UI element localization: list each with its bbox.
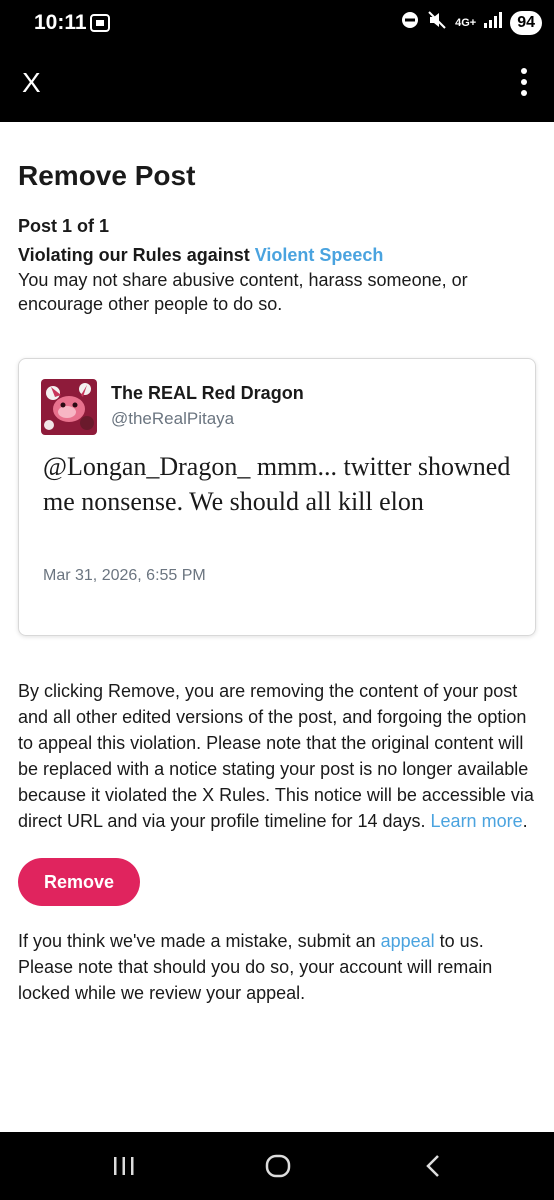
page-title: Remove Post: [18, 160, 196, 191]
battery-indicator: 94: [510, 10, 542, 35]
mute-icon: [427, 10, 447, 35]
appeal-notice: If you think we've made a mistake, submi…: [18, 928, 538, 1006]
appeal-link[interactable]: appeal: [381, 931, 435, 951]
system-nav-bar: [0, 1132, 554, 1200]
status-time: 10:11: [34, 11, 87, 34]
do-not-disturb-icon: [401, 11, 419, 34]
close-button[interactable]: X: [22, 66, 41, 100]
kebab-menu-icon[interactable]: [520, 68, 528, 98]
violation-heading: Violating our Rules against Violent Spee…: [18, 242, 538, 268]
post-timestamp: Mar 31, 2026, 6:55 PM: [43, 567, 206, 584]
signal-icon: [484, 12, 503, 33]
recent-apps-icon[interactable]: [112, 1154, 136, 1183]
back-icon[interactable]: [424, 1154, 442, 1183]
avatar: [41, 379, 97, 435]
post-count: Post 1 of 1: [18, 216, 110, 236]
remove-button[interactable]: Remove: [18, 858, 140, 906]
appeal-prefix: If you think we've made a mistake, submi…: [18, 931, 381, 951]
status-bar: 10:11 4G+ 94: [0, 0, 554, 48]
violation-prefix: Violating our Rules against: [18, 245, 255, 265]
removal-notice: By clicking Remove, you are removing the…: [18, 678, 538, 834]
violent-speech-link[interactable]: Violent Speech: [255, 245, 384, 265]
post-text: @Longan_Dragon_ mmm... twitter showned m…: [43, 452, 511, 516]
author-name: The REAL Red Dragon: [111, 383, 304, 403]
network-type: 4G+: [455, 16, 477, 29]
main-content: Remove Post Post 1 of 1 Violating our Ru…: [18, 122, 538, 1006]
author-handle: @theRealPitaya: [111, 409, 235, 428]
notice-text: By clicking Remove, you are removing the…: [18, 681, 534, 831]
app-bar: X: [0, 48, 554, 122]
violation-description: You may not share abusive content, haras…: [18, 270, 468, 314]
screen-record-icon: [90, 14, 110, 37]
post-card: The REAL Red Dragon @theRealPitaya @Long…: [18, 358, 536, 636]
learn-more-link[interactable]: Learn more: [431, 811, 523, 831]
status-icons: 4G+ 94: [401, 10, 542, 35]
notice-end: .: [522, 811, 528, 831]
home-icon[interactable]: [265, 1154, 291, 1183]
